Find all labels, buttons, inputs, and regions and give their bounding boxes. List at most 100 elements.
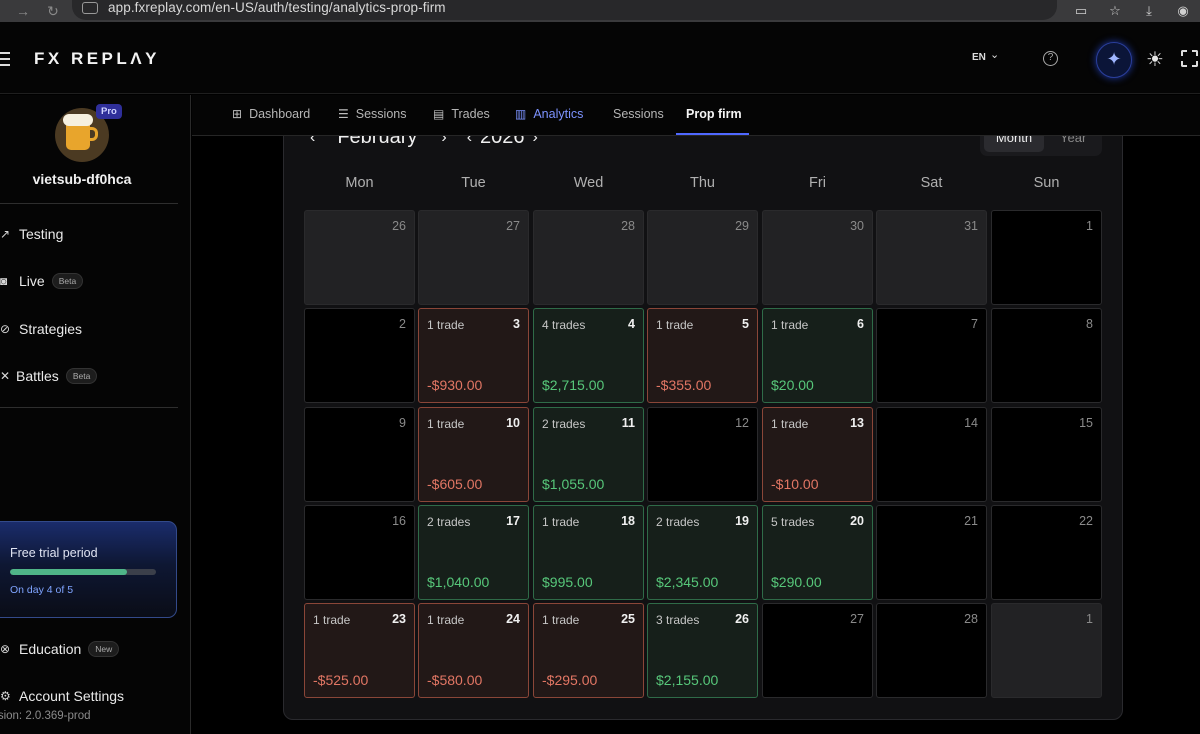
tab-analytics[interactable]: ▥ Analytics [515,107,583,121]
tab-dashboard[interactable]: ⊞ Dashboard [232,107,310,121]
calendar-day-cell[interactable]: 15 [991,407,1102,502]
sidebar-item-live[interactable]: ◙ Live Beta [0,273,84,289]
tab-sessions[interactable]: ☰ Sessions [338,107,407,121]
day-trade-count: 1 trade [542,515,580,529]
day-number: 25 [621,612,635,626]
calendar-day-cell[interactable]: 31 [876,210,987,305]
calendar-day-cell[interactable]: 1 [991,603,1102,698]
calendar-day-cell[interactable]: 21 [876,505,987,600]
day-pnl: $2,155.00 [656,672,719,688]
calendar-day-cell[interactable]: 27 [762,603,873,698]
day-trade-count: 2 trades [542,417,586,431]
calendar-day-cell[interactable]: 9 [304,407,415,502]
tab-label: Sessions [355,107,407,121]
calendar-day-cell[interactable]: 23 1 trade -$525.00 [304,603,415,698]
chevron-down-icon[interactable]: ⌄ [990,48,999,61]
download-icon[interactable]: ⤓ [1132,3,1166,19]
calendar-day-cell[interactable]: 10 1 trade -$605.00 [418,407,529,502]
calendar-day-cell[interactable]: 26 [304,210,415,305]
day-trade-count: 4 trades [542,318,586,332]
day-trade-count: 5 trades [771,515,815,529]
analytics-tabs: ⊞ Dashboard ☰ Sessions ▤ Trades ▥ Analyt… [192,95,1200,136]
day-number: 17 [506,514,520,528]
sidebar-item-education[interactable]: ⊗ Education New [0,641,120,657]
day-number: 28 [964,612,978,626]
calendar-day-cell[interactable]: 24 1 trade -$580.00 [418,603,529,698]
calendar-day-cell[interactable]: 7 [876,308,987,403]
calendar-day-cell[interactable]: 28 [876,603,987,698]
bar-chart-icon: ▥ [515,107,527,121]
calendar-day-cell[interactable]: 1 [991,210,1102,305]
day-pnl: -$295.00 [542,672,598,688]
site-settings-icon[interactable] [82,2,98,14]
day-number: 28 [621,219,635,233]
language-selector[interactable]: EN [972,52,986,63]
calendar-day-cell[interactable]: 16 [304,505,415,600]
tab-prop-firm[interactable]: Prop firm [686,107,742,121]
calendar-day-cell[interactable]: 17 2 trades $1,040.00 [418,505,529,600]
day-number: 9 [399,416,406,430]
fxreplay-logo[interactable]: FX REPLΛY [34,49,160,69]
calendar-day-cell[interactable]: 20 5 trades $290.00 [762,505,873,600]
calendar-day-cell[interactable]: 22 [991,505,1102,600]
help-icon[interactable]: ? [1043,51,1058,66]
calendar-day-cell[interactable]: 13 1 trade -$10.00 [762,407,873,502]
calendar-day-cell[interactable]: 4 4 trades $2,715.00 [533,308,644,403]
calendar-day-cell[interactable]: 11 2 trades $1,055.00 [533,407,644,502]
sidebar-divider [0,407,178,408]
grid-icon: ⊞ [232,107,243,121]
beer-foam-image [63,114,93,126]
address-bar[interactable]: app.fxreplay.com/en-US/auth/testing/anal… [72,0,1057,20]
swords-icon: ✕ [0,369,11,383]
sidebar-item-testing[interactable]: ↗ Testing [0,226,63,242]
profile-icon[interactable]: ◉ [1166,3,1200,19]
day-number: 19 [735,514,749,528]
sidebar-item-strategies[interactable]: ⊘ Strategies [0,321,82,337]
forward-icon[interactable]: → [12,3,34,19]
day-trade-count: 1 trade [542,613,580,627]
calendar-day-cell[interactable]: 25 1 trade -$295.00 [533,603,644,698]
sidebar-item-battles[interactable]: ✕ Battles Beta [0,368,98,384]
trial-progress-fill [10,569,127,575]
weekday-header: Tue [461,175,486,191]
day-number: 22 [1079,514,1093,528]
chart-line-icon: ↗ [0,227,11,241]
calendar-day-cell[interactable]: 8 [991,308,1102,403]
calendar-day-cell[interactable]: 28 [533,210,644,305]
calendar-day-cell[interactable]: 12 [647,407,758,502]
day-pnl: -$605.00 [427,476,483,492]
calendar-day-cell[interactable]: 30 [762,210,873,305]
calendar-day-cell[interactable]: 2 [304,308,415,403]
ai-assistant-sparkle-icon[interactable]: ✦ [1096,42,1132,78]
calendar-day-cell[interactable]: 19 2 trades $2,345.00 [647,505,758,600]
day-pnl: -$930.00 [427,377,483,393]
calendar-day-cell[interactable]: 18 1 trade $995.00 [533,505,644,600]
theme-sun-icon[interactable]: ☀ [1146,47,1164,72]
cast-icon[interactable]: ▭ [1064,3,1098,19]
day-trade-count: 1 trade [313,613,351,627]
day-trade-count: 1 trade [427,318,465,332]
calendar-day-cell[interactable]: 3 1 trade -$930.00 [418,308,529,403]
bookmark-star-icon[interactable]: ☆ [1098,3,1132,19]
day-number: 18 [621,514,635,528]
browser-toolbar: → ↻ app.fxreplay.com/en-US/auth/testing/… [0,0,1200,22]
calendar-day-cell[interactable]: 5 1 trade -$355.00 [647,308,758,403]
calendar-day-cell[interactable]: 6 1 trade $20.00 [762,308,873,403]
tab-sessions-sub[interactable]: Sessions [613,107,664,121]
gear-icon: ⚙ [0,689,11,703]
menu-icon[interactable] [0,52,10,70]
day-trade-count: 1 trade [771,318,809,332]
day-number: 24 [506,612,520,626]
reload-icon[interactable]: ↻ [42,3,64,20]
calendar-day-cell[interactable]: 14 [876,407,987,502]
day-pnl: $2,345.00 [656,574,719,590]
calendar-day-cell[interactable]: 29 [647,210,758,305]
calendar-day-cell[interactable]: 27 [418,210,529,305]
day-number: 5 [742,317,749,331]
sidebar-item-account-settings[interactable]: ⚙ Account Settings [0,688,124,704]
free-trial-card[interactable]: Free trial period On day 4 of 5 [0,521,177,618]
calendar-day-cell[interactable]: 26 3 trades $2,155.00 [647,603,758,698]
tab-trades[interactable]: ▤ Trades [433,107,490,121]
fullscreen-icon[interactable] [1181,50,1198,67]
day-pnl: $995.00 [542,574,593,590]
